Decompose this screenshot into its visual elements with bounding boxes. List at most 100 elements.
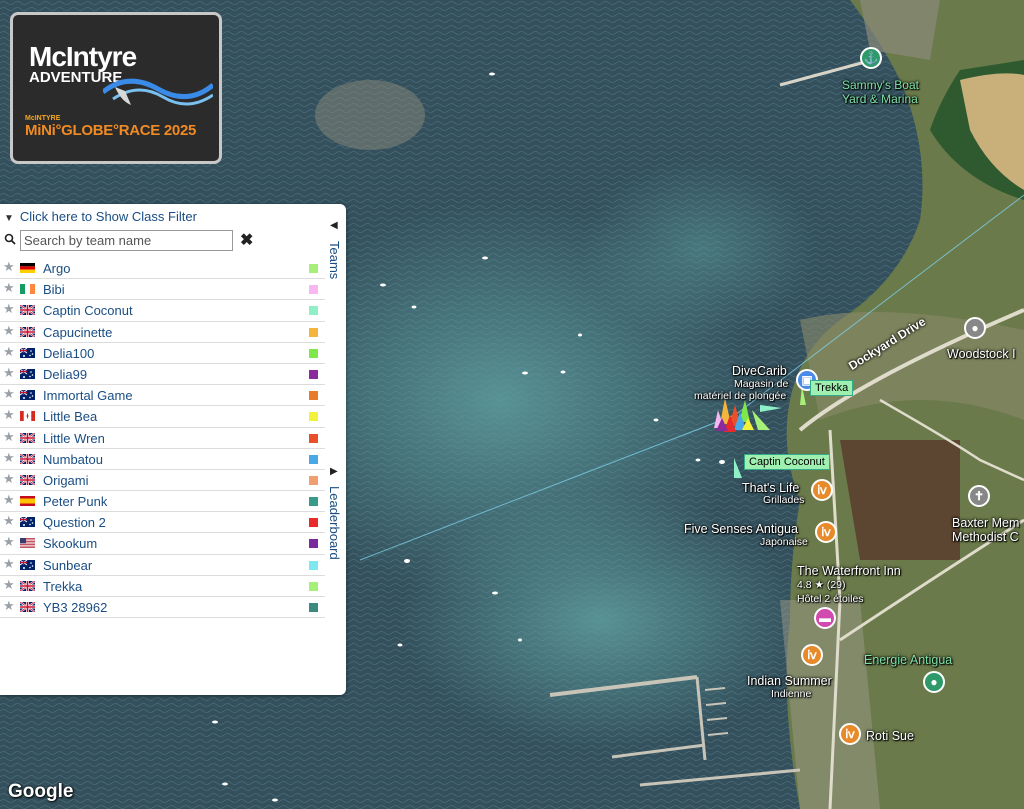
team-name[interactable]: Trekka [43, 579, 82, 594]
place-label-sammys[interactable]: Sammy's Boat Yard & Marina [842, 78, 919, 106]
team-name[interactable]: Skookum [43, 536, 97, 551]
team-row[interactable]: ★ Little Wren [0, 428, 325, 449]
place-label-baxter-2[interactable]: Methodist C [952, 530, 1019, 544]
marina-pin-icon[interactable]: ⚓ [860, 47, 882, 69]
team-name[interactable]: Capucinette [43, 325, 112, 340]
team-name[interactable]: Argo [43, 261, 70, 276]
team-row[interactable]: ★ Argo [0, 258, 325, 280]
restaurant-pin-icon-4[interactable]: ⅳ [839, 723, 861, 745]
flag-de-icon [20, 263, 35, 273]
restaurant-pin-icon[interactable]: ⅳ [811, 479, 833, 501]
place-sub-thats-life: Grillades [763, 494, 805, 506]
place-label-divecarib[interactable]: DiveCarib [732, 364, 787, 378]
team-row[interactable]: ★ YB3 28962 [0, 597, 325, 619]
flag-es-icon [20, 496, 35, 507]
star-icon[interactable]: ★ [3, 301, 15, 317]
team-row[interactable]: ★ Delia100 [0, 343, 325, 364]
place-label-energie[interactable]: Energie Antigua [864, 653, 952, 667]
team-name[interactable]: Little Wren [43, 431, 105, 446]
team-name[interactable]: YB3 28962 [43, 600, 107, 615]
team-row[interactable]: ★ Bibi [0, 279, 325, 301]
star-icon[interactable]: ★ [3, 259, 15, 275]
team-row[interactable]: ★ Peter Punk [0, 491, 325, 513]
place-label-indian-summer[interactable]: Indian Summer [747, 674, 832, 688]
place-label-thats-life[interactable]: That's Life [742, 481, 799, 495]
star-icon[interactable]: ★ [3, 344, 15, 360]
clear-search-icon[interactable]: ✖ [240, 230, 253, 250]
star-icon[interactable]: ★ [3, 407, 15, 423]
flag-gb-icon [20, 326, 35, 337]
team-name[interactable]: Sunbear [43, 558, 92, 573]
tab-leaderboard[interactable]: ▶ Leaderboard [325, 462, 346, 582]
star-icon[interactable]: ★ [3, 556, 15, 572]
tab-teams[interactable]: ◀ Teams [325, 214, 346, 294]
star-icon[interactable]: ★ [3, 513, 15, 529]
team-name[interactable]: Delia99 [43, 367, 87, 382]
team-row[interactable]: ★ Delia99 [0, 364, 325, 386]
tab-leaderboard-label: Leaderboard [327, 486, 342, 560]
flag-gb-icon [20, 602, 35, 612]
class-filter-toggle[interactable]: ▼ Click here to Show Class Filter [4, 209, 197, 224]
team-name[interactable]: Origami [43, 473, 89, 488]
team-search-input[interactable] [20, 230, 233, 251]
star-icon[interactable]: ★ [3, 471, 15, 487]
place-rating-waterfront: 4.8 ★ (29) [797, 579, 846, 591]
star-icon[interactable]: ★ [3, 280, 15, 296]
place-label-woodstock[interactable]: Woodstock I [947, 347, 1016, 361]
flag-au-icon [20, 559, 35, 570]
star-icon[interactable]: ★ [3, 365, 15, 381]
place-label-roti-sue[interactable]: Roti Sue [866, 729, 914, 743]
team-row[interactable]: ★ Question 2 [0, 512, 325, 534]
team-row[interactable]: ★ Immortal Game [0, 385, 325, 407]
triangle-right-icon: ▶ [330, 466, 338, 477]
team-name[interactable]: Little Bea [43, 409, 97, 424]
hotel-pin-icon[interactable]: ▬ [814, 607, 836, 629]
team-name[interactable]: Peter Punk [43, 494, 107, 509]
restaurant-pin-icon-3[interactable]: ⅳ [801, 644, 823, 666]
team-color-swatch [309, 454, 318, 464]
team-color-swatch [309, 560, 318, 570]
team-row[interactable]: ★ Skookum [0, 533, 325, 555]
team-row[interactable]: ★ Numbatou [0, 449, 325, 470]
place-label-waterfront[interactable]: The Waterfront Inn [797, 564, 901, 578]
church-pin-icon[interactable]: ● [964, 317, 986, 339]
star-icon[interactable]: ★ [3, 492, 15, 508]
energy-pin-icon[interactable]: ● [923, 671, 945, 693]
star-icon[interactable]: ★ [3, 450, 15, 466]
boat-tag-trekka[interactable]: Trekka [810, 380, 854, 396]
flag-gb-icon [20, 432, 35, 443]
team-row[interactable]: ★ Little Bea [0, 406, 325, 428]
flag-gb-icon [20, 474, 35, 485]
triangle-left-icon: ◀ [330, 220, 338, 231]
star-icon[interactable]: ★ [3, 429, 15, 445]
teams-panel: ▼ Click here to Show Class Filter ✖ ★ Argo… [0, 204, 346, 695]
star-icon[interactable]: ★ [3, 577, 15, 593]
team-row[interactable]: ★ Origami [0, 470, 325, 492]
star-icon[interactable]: ★ [3, 386, 15, 402]
place-sub-indian-summer: Indienne [771, 688, 812, 700]
place-label-five-senses[interactable]: Five Senses Antigua [684, 522, 798, 536]
team-name[interactable]: Delia100 [43, 346, 94, 361]
church-pin-icon-baxter[interactable]: ✝ [968, 485, 990, 507]
team-name[interactable]: Immortal Game [43, 388, 133, 403]
place-label-baxter-1[interactable]: Baxter Mem [952, 516, 1019, 530]
team-row[interactable]: ★ Captin Coconut [0, 300, 325, 322]
team-row[interactable]: ★ Sunbear [0, 555, 325, 576]
team-name[interactable]: Question 2 [43, 515, 106, 530]
team-color-swatch [309, 603, 318, 612]
team-row[interactable]: ★ Capucinette [0, 322, 325, 343]
boat-tag-captin-coconut[interactable]: Captin Coconut [744, 454, 830, 470]
team-row[interactable]: ★ Trekka [0, 576, 325, 597]
team-name[interactable]: Bibi [43, 282, 65, 297]
restaurant-pin-icon-2[interactable]: ⅳ [815, 521, 837, 543]
team-name[interactable]: Captin Coconut [43, 303, 133, 318]
flag-au-icon [20, 390, 35, 401]
team-color-swatch [309, 497, 318, 507]
star-icon[interactable]: ★ [3, 534, 15, 550]
place-sub-waterfront: Hôtel 2 étoiles [797, 593, 864, 605]
team-name[interactable]: Numbatou [43, 452, 103, 467]
logo-line-3: McINTYRE [25, 115, 61, 122]
team-color-swatch [309, 285, 318, 295]
star-icon[interactable]: ★ [3, 323, 15, 339]
star-icon[interactable]: ★ [3, 598, 15, 614]
